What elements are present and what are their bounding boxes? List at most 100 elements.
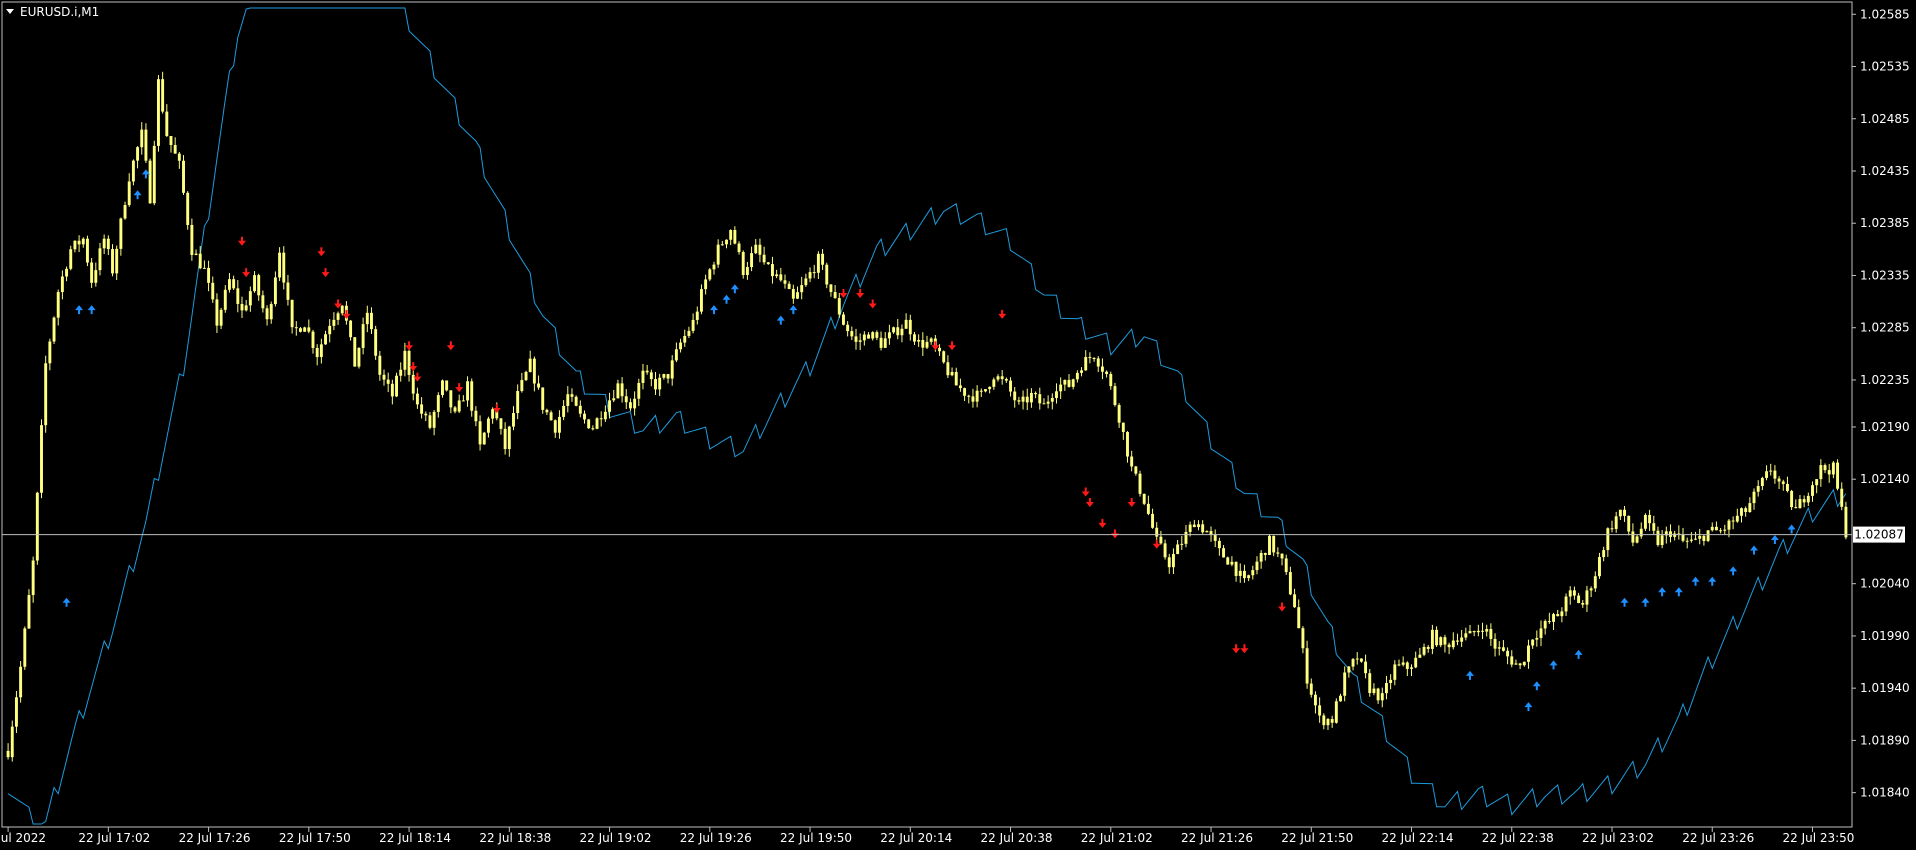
candle-body: [1635, 536, 1639, 543]
x-tick-label: 22 Jul 23:26: [1682, 831, 1754, 845]
symbol-header[interactable]: EURUSD.i,M1: [6, 5, 99, 19]
candle-body: [1485, 629, 1489, 632]
candle-body: [921, 339, 925, 348]
candle-body: [1798, 499, 1802, 509]
candle-body: [1038, 394, 1042, 404]
candle-body: [207, 267, 211, 283]
candle-body: [1539, 628, 1543, 638]
candle-body: [958, 385, 962, 389]
candle-body: [470, 381, 474, 411]
x-tick-label: 22 Jul 23:50: [1782, 831, 1854, 845]
candle-body: [1217, 540, 1221, 549]
candle-body: [654, 379, 657, 390]
candle: [52, 316, 56, 344]
candle-body: [725, 239, 728, 245]
candle-body: [1401, 662, 1405, 665]
candle-body: [27, 595, 31, 629]
candle: [186, 191, 190, 230]
candle-body: [1727, 520, 1731, 530]
candle: [445, 380, 449, 392]
candle-body: [19, 666, 23, 698]
candle-body: [791, 288, 795, 299]
candle-body: [641, 370, 645, 383]
candle-body: [1731, 520, 1735, 522]
candle: [1844, 501, 1848, 540]
candle-body: [198, 253, 202, 269]
x-tick-label: 22 Jul 22:14: [1382, 831, 1454, 845]
candle-body: [950, 371, 954, 376]
candle-body: [1113, 386, 1117, 405]
candle-body: [1581, 603, 1585, 605]
candle-body: [1714, 526, 1718, 531]
candle-body: [1531, 639, 1535, 646]
candle-body: [436, 395, 440, 412]
candle-body: [461, 400, 465, 402]
candle-body: [261, 295, 265, 309]
candle-body: [1418, 654, 1422, 658]
candle-body: [913, 334, 916, 342]
candle: [441, 379, 444, 398]
candle-body: [1593, 576, 1597, 589]
candle: [1268, 534, 1271, 556]
candle-body: [787, 283, 791, 289]
candle-body: [1355, 658, 1359, 660]
candle-body: [1614, 516, 1618, 529]
candle-body: [466, 381, 470, 401]
candle-body: [148, 160, 152, 204]
candle-body: [503, 428, 507, 450]
candle-body: [265, 308, 269, 320]
price-chart[interactable]: 1.02585 1.02535 1.02485 1.02435 1.02385 1.023…: [0, 0, 1916, 850]
candle-body: [699, 289, 703, 312]
candle-body: [106, 238, 110, 250]
candle-body: [1142, 493, 1146, 504]
candle-body: [762, 254, 766, 263]
candle-body: [370, 312, 373, 330]
candle-body: [73, 240, 77, 250]
candle-body: [1234, 561, 1238, 576]
candle: [395, 372, 398, 398]
candle-body: [862, 334, 866, 341]
candle-body: [804, 278, 808, 286]
candle-body: [1021, 396, 1025, 402]
candle-body: [474, 410, 478, 422]
candle-body: [1126, 431, 1129, 457]
candle-body: [1785, 483, 1789, 491]
candle-body: [1723, 529, 1727, 531]
candle-body: [223, 289, 227, 310]
candle-body: [1476, 630, 1480, 633]
candle-body: [232, 279, 236, 289]
candle: [69, 245, 73, 271]
candle-body: [695, 311, 699, 320]
candle-body: [917, 339, 921, 342]
candle-body: [1827, 470, 1831, 475]
candle-body: [800, 285, 804, 293]
candle-body: [144, 129, 148, 161]
candle-body: [1384, 683, 1388, 694]
candle-body: [1013, 391, 1017, 401]
candle-body: [1460, 637, 1464, 642]
candle-body: [81, 238, 85, 245]
candle-body: [1560, 611, 1564, 617]
candle: [574, 395, 578, 407]
y-tick-label: 1.02285: [1860, 321, 1910, 335]
candle-body: [1577, 595, 1581, 604]
candle-body: [1067, 379, 1071, 387]
candle-body: [1702, 535, 1706, 541]
candle-body: [1744, 508, 1748, 512]
candle-body: [942, 351, 946, 363]
candle-body: [992, 379, 996, 387]
candle-body: [1689, 539, 1693, 541]
candle-body: [1501, 647, 1505, 651]
x-tick-label: 22 Jul 19:02: [580, 831, 652, 845]
candle: [374, 325, 378, 360]
candle-body: [40, 425, 43, 493]
candle-body: [386, 379, 390, 384]
candle-body: [674, 349, 678, 361]
candle-body: [1326, 719, 1330, 726]
candle: [357, 347, 361, 369]
candle-body: [1623, 509, 1626, 516]
candle-body: [357, 347, 361, 367]
candle-body: [1522, 661, 1526, 666]
candle-body: [111, 249, 114, 274]
candle-body: [733, 230, 737, 244]
